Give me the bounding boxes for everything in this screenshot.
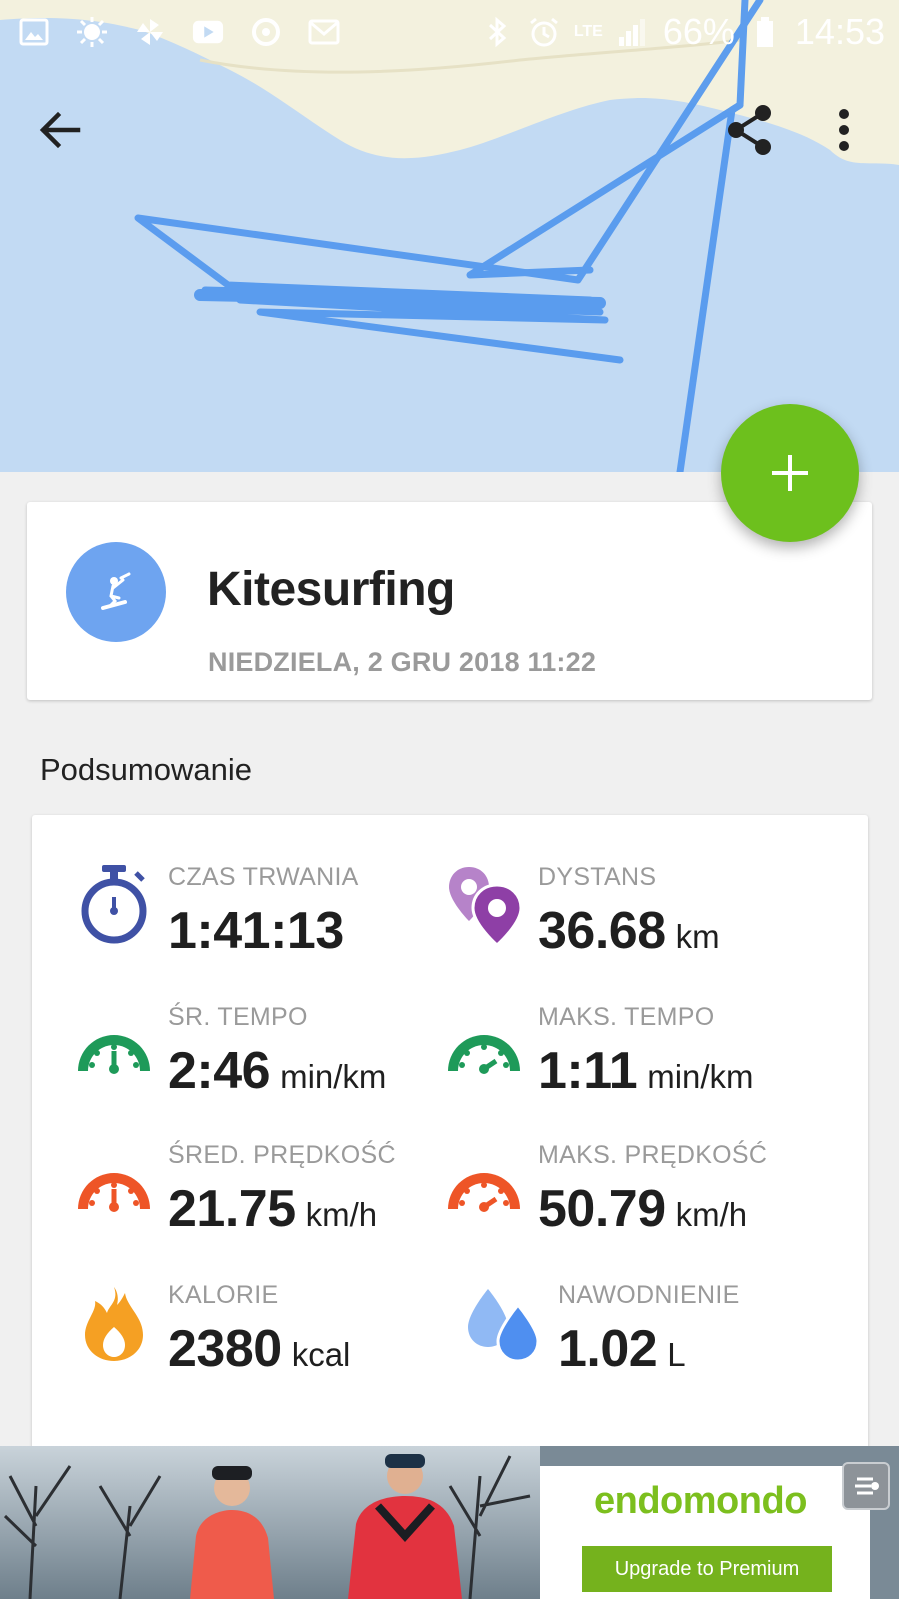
network-type: LTE [573, 23, 603, 40]
summary-card: CZAS TRWANIA 1:41:13 DYSTANS 36.68 km ŚR.… [32, 815, 868, 1455]
stat-unit: L [667, 1336, 686, 1373]
stat-value: 1.02 [558, 1320, 658, 1378]
bluetooth-icon [482, 16, 514, 48]
gmail-icon [308, 16, 340, 48]
stat-label: ŚRED. PRĘDKOŚĆ [168, 1141, 396, 1169]
kitesurfing-icon [101, 572, 131, 610]
stat-value: 21.75 [168, 1180, 296, 1238]
signal-icon [617, 16, 649, 48]
ad-choices-icon[interactable] [842, 1462, 890, 1510]
status-bar: LTE 66% 14:53 [0, 0, 899, 64]
stat-value: 1:41:13 [168, 902, 344, 960]
speedometer-icon [442, 1003, 526, 1087]
flame-icon [72, 1281, 156, 1365]
upgrade-premium-button[interactable]: Upgrade to Premium [582, 1546, 832, 1592]
workout-date: NIEDZIELA, 2 GRU 2018 11:22 [208, 647, 597, 677]
stat-label: MAKS. TEMPO [538, 1003, 715, 1031]
stat-unit: km/h [305, 1196, 378, 1233]
stat-unit: kcal [291, 1336, 351, 1373]
ad-panel: endomondo Upgrade to Premium [540, 1466, 870, 1599]
gallery-icon [18, 16, 50, 48]
share-button[interactable] [718, 98, 782, 162]
stat-value: 1:11 [538, 1042, 638, 1100]
stat-value: 2380 [168, 1320, 282, 1378]
clock: 14:53 [794, 11, 885, 52]
stat-unit: km [675, 918, 720, 955]
location-pins-icon [442, 863, 526, 947]
stat-unit: km/h [675, 1196, 748, 1233]
stat-duration: CZAS TRWANIA 1:41:13 [72, 863, 452, 973]
stat-calories: KALORIE 2380 kcal [72, 1281, 452, 1391]
youtube-icon [192, 16, 224, 48]
speedometer-icon [72, 1003, 156, 1087]
sport-avatar [66, 542, 166, 642]
arrow-back-icon [39, 111, 81, 149]
speedometer-icon [442, 1141, 526, 1225]
endomondo-logo: endomondo [594, 1480, 807, 1522]
stat-distance: DYSTANS 36.68 km [442, 863, 822, 973]
stat-label: NAWODNIENIE [558, 1281, 740, 1309]
sport-name: Kitesurfing [207, 563, 455, 616]
route-map-canvas [0, 0, 899, 472]
alarm-icon [528, 16, 560, 48]
share-icon [728, 105, 771, 155]
add-button[interactable] [721, 404, 859, 542]
stat-label: ŚR. TEMPO [168, 1003, 308, 1031]
stat-label: CZAS TRWANIA [168, 863, 359, 891]
sync-icon [250, 16, 282, 48]
stat-max-pace: MAKS. TEMPO 1:11 min/km [442, 1003, 822, 1113]
stat-avg-speed: ŚRED. PRĘDKOŚĆ 21.75 km/h [72, 1141, 452, 1251]
more-options-button[interactable] [812, 98, 876, 162]
stat-value: 50.79 [538, 1180, 666, 1238]
more-vert-icon [839, 109, 849, 151]
route-map[interactable]: LTE 66% 14:53 [0, 0, 899, 472]
stat-hydration: NAWODNIENIE 1.02 L [462, 1281, 842, 1391]
back-button[interactable] [28, 98, 92, 162]
stat-label: DYSTANS [538, 863, 657, 891]
stat-unit: min/km [647, 1058, 754, 1095]
ad-banner[interactable]: endomondo Upgrade to Premium [0, 1446, 899, 1599]
sun-icon [76, 16, 108, 48]
battery-icon [749, 16, 781, 48]
stopwatch-icon [72, 863, 156, 947]
stat-value: 2:46 [168, 1042, 271, 1100]
pinwheel-icon [134, 16, 166, 48]
battery-percent: 66% [662, 11, 735, 52]
stat-label: KALORIE [168, 1281, 279, 1309]
stat-value: 36.68 [538, 902, 666, 960]
stat-unit: min/km [280, 1058, 387, 1095]
speedometer-icon [72, 1141, 156, 1225]
water-drops-icon [462, 1281, 546, 1365]
stat-avg-pace: ŚR. TEMPO 2:46 min/km [72, 1003, 452, 1113]
stat-max-speed: MAKS. PRĘDKOŚĆ 50.79 km/h [442, 1141, 822, 1251]
workout-header-card: Kitesurfing NIEDZIELA, 2 GRU 2018 11:22 [27, 502, 872, 700]
stat-label: MAKS. PRĘDKOŚĆ [538, 1141, 768, 1169]
summary-title: Podsumowanie [40, 752, 252, 787]
ad-runners-image [0, 1446, 540, 1599]
plus-icon [772, 455, 808, 491]
